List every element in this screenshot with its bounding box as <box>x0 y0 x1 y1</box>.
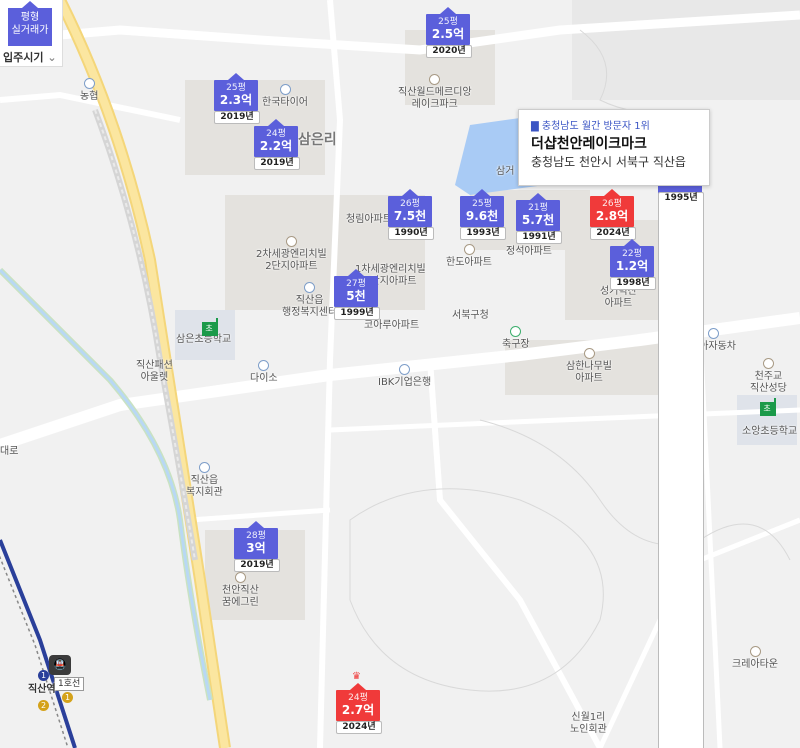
popup-address: 충청남도 천안시 서북구 직산읍 <box>531 155 686 169</box>
complex-popup[interactable]: ▇ 충청남도 월간 방문자 1위 더샵천안레이크마크 충청남도 천안시 서북구 … <box>518 109 710 186</box>
price-marker[interactable]: 24평 2.2억 2019년 <box>254 119 300 170</box>
place-dream[interactable]: 천안직산 꿈에그린 <box>222 572 259 609</box>
apartment-icon <box>463 244 475 255</box>
filter-panel: 평형 실거래가 입주시기 ⌄ <box>0 0 63 67</box>
school-icon[interactable]: 초 <box>202 318 220 336</box>
government-icon <box>304 282 316 293</box>
year-badge: 1995년 <box>658 192 704 748</box>
place-korea-apt[interactable]: 코아루아파트 <box>364 320 419 332</box>
sort-select[interactable]: 입주시기 ⌄ <box>3 49 57 65</box>
place-seobuk[interactable]: 서북구청 <box>452 310 489 322</box>
line-2-icon: 2 <box>38 700 49 711</box>
price-marker[interactable]: 21평 5.7천 1991년 <box>516 193 562 244</box>
building-icon: ▇ <box>531 121 539 132</box>
bank-icon <box>83 78 95 89</box>
map-canvas[interactable]: 농협 한국타이어 삼은리 직산월드메르디앙 레이크파크 청림아파트 2차세광엔리치… <box>0 0 800 748</box>
apartment-icon <box>583 348 595 359</box>
year-badge: 2019년 <box>254 157 300 170</box>
chevron-down-icon: ⌄ <box>47 51 57 64</box>
place-hankook-tire[interactable]: 한국타이어 <box>262 84 308 109</box>
bank-icon <box>399 364 411 375</box>
shop-icon <box>279 84 291 95</box>
year-badge: 1991년 <box>516 231 562 244</box>
soccer-icon <box>510 326 522 337</box>
place-daiso[interactable]: 다이소 <box>250 360 278 385</box>
place-nonghyup[interactable]: 농협 <box>80 78 98 103</box>
place-soyang-school[interactable]: 소앙초등학교 <box>742 426 797 438</box>
year-badge: 1998년 <box>610 277 656 290</box>
church-icon <box>762 358 774 369</box>
year-badge: 2024년 <box>336 721 382 734</box>
place-world-meridian[interactable]: 직산월드메르디앙 레이크파크 <box>398 74 472 111</box>
station-name[interactable]: 직산역 <box>28 684 56 696</box>
line-1-icon: 1 <box>38 670 49 681</box>
place-office[interactable]: 직산읍 행정복지센터 <box>282 282 337 319</box>
year-badge: 1999년 <box>334 307 380 320</box>
place-samhan[interactable]: 삼한나무빌 아파트 <box>566 348 612 385</box>
price-marker[interactable]: 25평 2.5억 2020년 <box>426 7 472 58</box>
place-sinwol[interactable]: 신월1리 노인회관 <box>570 712 607 736</box>
road-label-left: 대로 <box>0 446 19 457</box>
price-marker[interactable]: 27평 5천 1999년 <box>334 269 380 320</box>
place-jiksan-outlet[interactable]: 직산패션 아울렛 <box>136 360 173 384</box>
shop-icon <box>258 360 270 371</box>
year-badge: 1993년 <box>460 227 506 240</box>
price-marker[interactable]: 26평 7.5천 1990년 <box>388 189 434 240</box>
apartment-icon <box>429 74 441 85</box>
shop-icon <box>707 328 719 339</box>
price-marker[interactable]: 28평 3억 2019년 <box>234 521 280 572</box>
price-marker[interactable]: 22평 1.2억 1998년 <box>610 239 656 290</box>
place-crea[interactable]: 크레아타운 <box>732 646 778 671</box>
year-badge: 2019년 <box>214 111 260 124</box>
place-welfare[interactable]: 직산읍 복지회관 <box>186 462 223 499</box>
popup-rank: ▇ 충청남도 월간 방문자 1위 <box>531 121 650 132</box>
school-icon[interactable]: 초 <box>760 398 778 416</box>
government-icon <box>198 462 210 473</box>
place-cheongrim[interactable]: 청림아파트 <box>346 214 392 226</box>
place-handoo[interactable]: 한도아파트 <box>446 244 492 269</box>
place-catholic[interactable]: 천주교 직산성당 <box>750 358 787 395</box>
apartment-icon <box>234 572 246 583</box>
place-jeongseok[interactable]: 정석아파트 <box>506 246 552 258</box>
price-marker[interactable]: 25평 2.3억 2019년 <box>214 73 260 124</box>
year-badge: 2019년 <box>234 559 280 572</box>
year-badge: 2020년 <box>426 45 472 58</box>
place-samgeo-lake: 삼거 <box>496 166 515 177</box>
place-sejong-2[interactable]: 2차세광엔리치빌 2단지아파트 <box>256 236 327 273</box>
year-badge: 1990년 <box>388 227 434 240</box>
popup-title[interactable]: 더샵천안레이크마크 <box>531 134 697 154</box>
place-soccer[interactable]: 축구장 <box>502 326 530 351</box>
line-badge: 1호선 <box>54 677 85 691</box>
exit-icon: 1 <box>62 692 73 703</box>
crown-icon: ♛ <box>352 671 361 682</box>
price-marker[interactable]: 25평 9.6천 1993년 <box>460 189 506 240</box>
price-marker-new[interactable]: 26평 2.8억 2024년 <box>590 189 636 240</box>
train-icon[interactable]: 🚇 <box>49 655 71 675</box>
price-type-toggle[interactable]: 평형 실거래가 <box>8 1 52 46</box>
apartment-icon <box>285 236 297 247</box>
building-icon <box>749 646 761 657</box>
place-ibk[interactable]: IBK기업은행 <box>378 364 431 389</box>
place-samgeunri: 삼은리 <box>298 132 337 148</box>
price-marker-new[interactable]: ♛ 24평 2.7억 2024년 <box>336 671 382 734</box>
